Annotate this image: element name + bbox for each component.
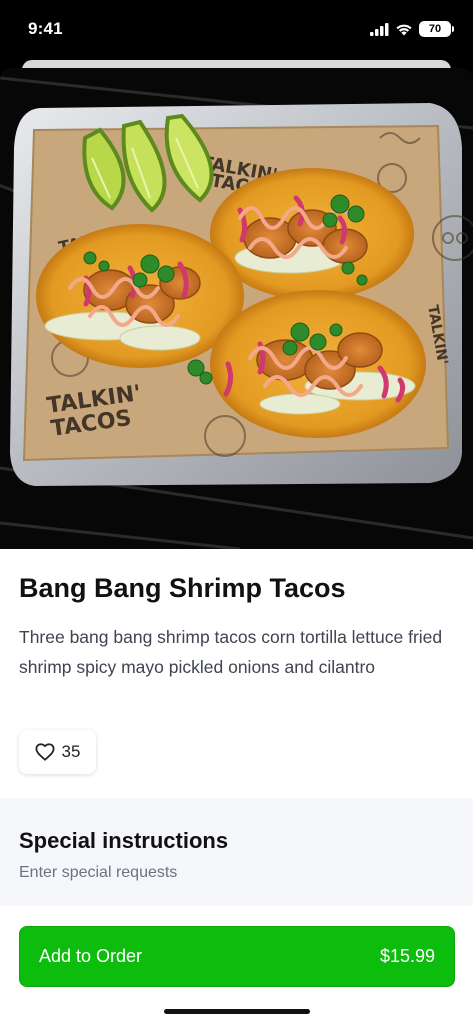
heart-icon	[35, 743, 55, 761]
special-instructions-title: Special instructions	[19, 828, 229, 853]
status-time: 9:41	[28, 19, 63, 38]
special-instructions-section: Special instructions	[0, 798, 473, 906]
add-to-order-button[interactable]: Add to Order $15.99	[19, 926, 455, 987]
special-instructions-input[interactable]	[19, 864, 449, 882]
home-indicator[interactable]	[164, 1009, 310, 1014]
order-price: $15.99	[379, 946, 435, 966]
tacos-illustration: TALKIN' TACOS TALKIN' TACOS TALKIN' TALK…	[0, 68, 473, 549]
wifi-icon	[396, 24, 412, 35]
item-details: Bang Bang Shrimp Tacos Three bang bang s…	[0, 549, 473, 1024]
status-icons: 70	[370, 21, 454, 37]
battery-icon: 70	[419, 21, 454, 37]
signal-icon	[370, 22, 389, 36]
like-button[interactable]: 35	[19, 730, 96, 774]
battery-level: 70	[428, 23, 442, 35]
like-count: 35	[61, 742, 81, 761]
add-to-order-label: Add to Order	[39, 946, 143, 966]
item-description: Three bang bang shrimp tacos corn tortil…	[19, 627, 443, 677]
item-title: Bang Bang Shrimp Tacos	[19, 573, 346, 603]
item-image: TALKIN' TACOS TALKIN' TACOS TALKIN' TALK…	[0, 68, 473, 549]
status-bar: 9:41 70	[0, 0, 473, 60]
